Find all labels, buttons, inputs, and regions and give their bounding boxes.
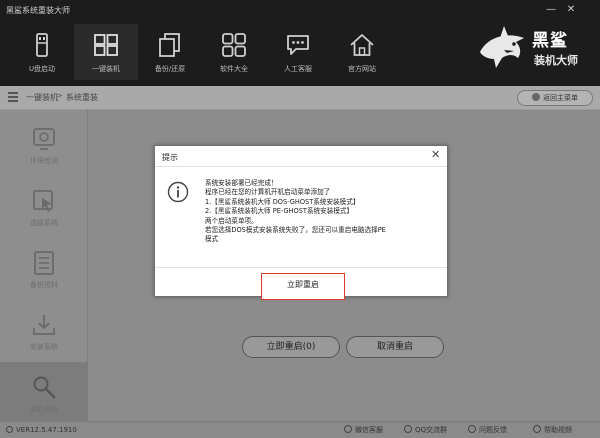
nav-item-software[interactable]: 软件大全 <box>202 24 266 80</box>
window-grid-icon <box>94 34 118 56</box>
dialog-message-line: 1.【黑鲨系统装机大师 DOS-GHOST系统安装模式】 <box>205 197 360 206</box>
version-label: VER12.5.47.1910 <box>6 426 77 434</box>
wrench-search-icon <box>33 376 56 399</box>
footer-link-label: QQ交流群 <box>415 426 448 434</box>
logo-text-primary: 黑鲨 <box>532 31 568 51</box>
shark-logo-icon <box>480 26 524 68</box>
footer-link-qq-group[interactable]: QQ交流群 <box>404 425 447 435</box>
nav-item-official-site[interactable]: 官方网站 <box>330 24 394 80</box>
footer-link-feedback[interactable]: 问题反馈 <box>468 425 507 435</box>
return-main-menu-button[interactable]: 返回主菜单 <box>517 90 593 106</box>
sidebar-item-label: 环境检测 <box>30 157 58 165</box>
footer-link-label: 微信客服 <box>355 426 383 434</box>
dialog-close-button[interactable]: ✕ <box>431 149 440 161</box>
close-window-button[interactable]: ✕ <box>563 3 579 17</box>
dialog-message-line: 2.【黑鲨系统装机大师 PE-GHOST系统安装模式】 <box>205 207 354 216</box>
nav-label: 备份/还原 <box>154 65 186 73</box>
app-title: 黑鲨系统重装大师 <box>6 6 70 15</box>
nav-item-backup-restore[interactable]: 备份/还原 <box>138 24 202 80</box>
menu-icon <box>8 92 18 102</box>
sidebar-item-label: 重启安装 <box>30 405 58 413</box>
breadcrumb-separator: > <box>56 91 63 100</box>
dialog-body: 系统安装部署已经完成！ 程序已经在您的计算机开机启动菜单添加了 1.【黑鲨系统装… <box>155 166 447 268</box>
nav-item-usb-boot[interactable]: U盘启动 <box>10 24 74 80</box>
sidebar-item-backup-data[interactable]: 备份资料 <box>0 238 88 300</box>
breadcrumb-home[interactable]: 一键装机 <box>26 92 58 103</box>
chat-bubble-icon <box>287 35 309 55</box>
logo-text-secondary: 装机大师 <box>534 54 578 67</box>
footer-link-label: 问题反馈 <box>479 426 507 434</box>
download-install-icon <box>33 315 55 335</box>
version-text: VER12.5.47.1910 <box>16 426 77 434</box>
cancel-restart-button[interactable]: 取消重启 <box>346 336 444 358</box>
footer-link-label: 帮助视频 <box>544 426 572 434</box>
dialog-message-line: 程序已经在您的计算机开机启动菜单添加了 <box>205 188 331 197</box>
sidebar-item-restart-install[interactable]: 重启安装 <box>0 362 88 424</box>
nav-label: 一键装机 <box>92 65 120 73</box>
list-file-icon <box>34 251 54 275</box>
home-icon <box>350 34 374 56</box>
main-nav: U盘启动 一键装机 备份/还原 软件大全 人工客服 官方网站 <box>10 24 394 80</box>
nav-label: 软件大全 <box>220 65 248 73</box>
dialog-message-line: 两个启动菜单项。 <box>205 216 258 225</box>
dialog-message-line: 若您选择DOS模式安装系统失败了，您还可以重启电脑选择PE <box>205 226 386 235</box>
copy-files-icon <box>159 33 180 57</box>
nav-label: 人工客服 <box>284 65 312 73</box>
return-main-menu-label: 返回主菜单 <box>543 94 578 102</box>
info-icon <box>167 181 189 203</box>
breadcrumb: 一键装机 > 系统重装 返回主菜单 <box>0 86 600 110</box>
usb-drive-icon <box>36 33 48 57</box>
brand-logo: 黑鲨 装机大师 <box>474 22 590 78</box>
nav-item-one-click-install[interactable]: 一键装机 <box>74 24 138 80</box>
nav-label: 官方网站 <box>348 65 376 73</box>
sidebar-item-env-check[interactable]: 环境检测 <box>0 114 88 176</box>
cursor-select-icon <box>33 190 53 212</box>
video-icon <box>533 425 541 433</box>
nav-label: U盘启动 <box>28 65 56 73</box>
dialog-title: 提示 <box>162 153 178 162</box>
sidebar-item-label: 安装系统 <box>30 343 58 351</box>
apps-grid-icon <box>222 33 246 57</box>
sidebar-item-select-system[interactable]: 选择系统 <box>0 176 88 238</box>
footer-link-wechat[interactable]: 微信客服 <box>344 425 383 435</box>
sidebar-item-label: 备份资料 <box>30 281 58 289</box>
feedback-icon <box>468 425 476 433</box>
monitor-check-icon <box>33 128 55 150</box>
dialog-message-line: 模式 <box>205 235 219 244</box>
top-bar: 黑鲨系统重装大师 — ✕ U盘启动 一键装机 备份/还原 软件大全 人工客服 官… <box>0 0 600 86</box>
breadcrumb-current: 系统重装 <box>66 93 98 102</box>
dialog-restart-now-button[interactable]: 立即重启 <box>261 273 345 300</box>
footer-link-help-video[interactable]: 帮助视频 <box>533 425 572 435</box>
status-bar: VER12.5.47.1910 微信客服 QQ交流群 问题反馈 帮助视频 <box>0 421 600 438</box>
qq-icon <box>404 425 412 433</box>
dialog-message: 系统安装部署已经完成！ 程序已经在您的计算机开机启动菜单添加了 1.【黑鲨系统装… <box>205 179 441 245</box>
wechat-icon <box>344 425 352 433</box>
nav-item-customer-service[interactable]: 人工客服 <box>266 24 330 80</box>
restart-now-button[interactable]: 立即重启(0) <box>242 336 340 358</box>
back-icon <box>532 93 540 101</box>
info-icon <box>6 426 13 433</box>
sidebar-item-install-system[interactable]: 安装系统 <box>0 300 88 362</box>
sidebar-item-label: 选择系统 <box>30 219 58 227</box>
sidebar: 环境检测 选择系统 备份资料 安装系统 重启安装 <box>0 110 88 424</box>
prompt-dialog: 提示 ✕ 系统安装部署已经完成！ 程序已经在您的计算机开机启动菜单添加了 1.【… <box>154 145 448 300</box>
minimize-button[interactable]: — <box>543 3 559 17</box>
dialog-message-line: 系统安装部署已经完成！ <box>205 179 278 187</box>
